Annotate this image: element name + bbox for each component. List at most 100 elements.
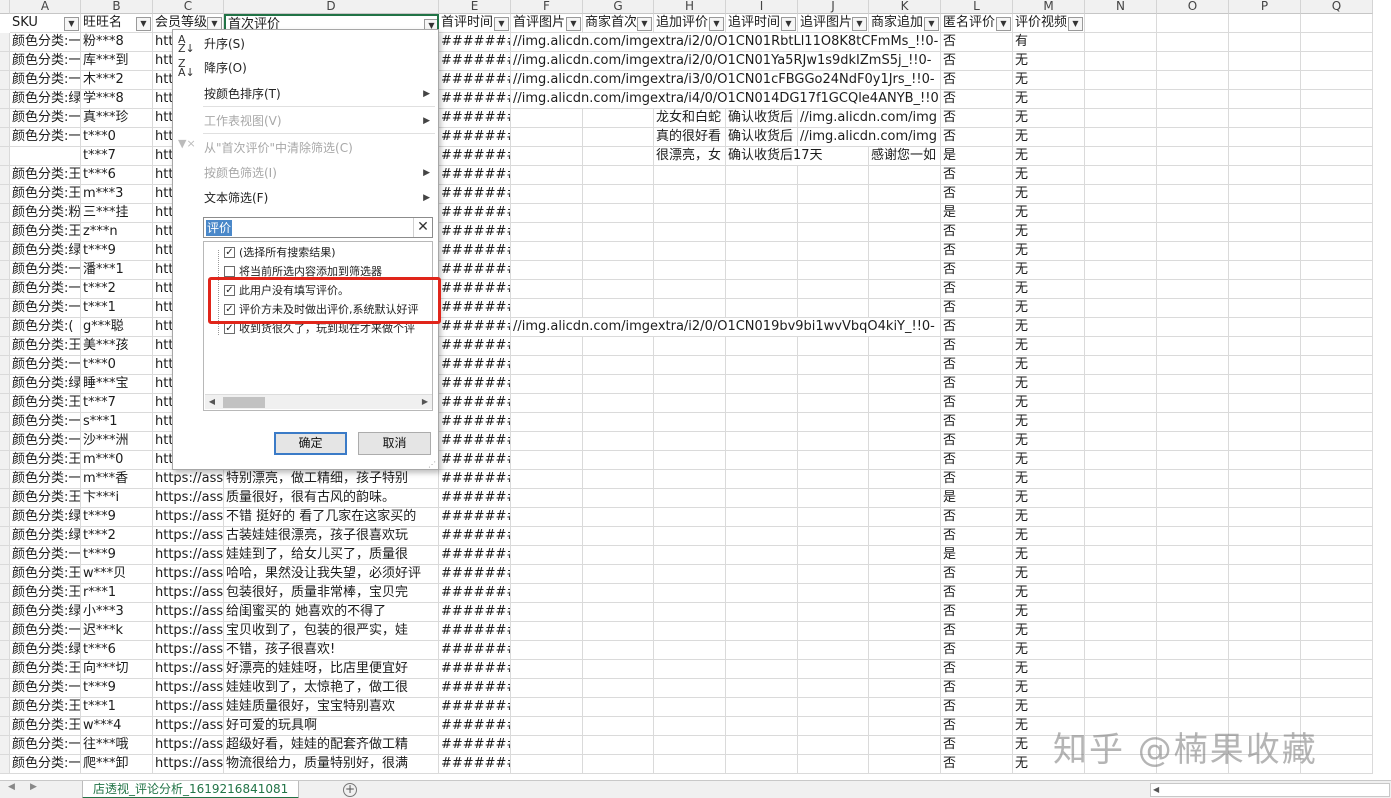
empty-cell[interactable] [726,622,798,641]
empty-cell[interactable] [798,527,869,546]
empty-cell[interactable] [1157,299,1229,318]
table-header-cell[interactable]: 追加评价 ▼ [654,14,726,33]
filter-dropdown-panel[interactable]: A Z↓ 升序(S) Z A↓ 降序(O) 按颜色排序(T) ▶ 工作表视图(V) … [172,29,439,470]
table-cell[interactable]: 卞***i [81,489,153,508]
empty-cell[interactable] [654,280,726,299]
empty-cell[interactable] [726,413,798,432]
empty-cell[interactable] [1157,166,1229,185]
table-cell[interactable]: 否 [941,375,1013,394]
select-all-corner[interactable] [0,0,10,14]
table-cell[interactable]: 无 [1013,109,1085,128]
table-cell[interactable]: ####### [439,356,511,375]
table-cell[interactable]: 无 [1013,584,1085,603]
scroll-left-icon[interactable]: ◀ [1153,784,1159,796]
table-cell[interactable]: s***1 [81,413,153,432]
table-cell[interactable]: 颜色分类:绿 [10,508,81,527]
table-cell[interactable]: 颜色分类:王 [10,166,81,185]
empty-cell[interactable] [1085,128,1157,147]
table-cell[interactable]: 否 [941,622,1013,641]
empty-cell[interactable] [1229,603,1301,622]
empty-cell[interactable] [654,394,726,413]
empty-cell[interactable] [654,603,726,622]
empty-cell[interactable] [1301,641,1373,660]
empty-cell[interactable] [1085,223,1157,242]
empty-cell[interactable] [726,603,798,622]
empty-cell[interactable] [1157,185,1229,204]
empty-cell[interactable] [798,432,869,451]
empty-cell[interactable] [583,641,654,660]
empty-cell[interactable] [1085,432,1157,451]
empty-cell[interactable] [583,755,654,774]
empty-cell[interactable] [1085,584,1157,603]
table-cell[interactable]: 真的很好看 [654,128,726,147]
empty-cell[interactable] [726,451,798,470]
table-cell[interactable]: 颜色分类:粉 [10,204,81,223]
checkbox-checked-icon[interactable]: ✓ [224,247,235,258]
empty-cell[interactable] [1085,356,1157,375]
empty-cell[interactable] [1229,641,1301,660]
empty-cell[interactable] [511,451,583,470]
table-cell[interactable]: 否 [941,242,1013,261]
empty-cell[interactable] [1301,546,1373,565]
empty-cell[interactable] [1301,527,1373,546]
empty-cell[interactable] [798,508,869,527]
empty-cell[interactable] [511,204,583,223]
empty-cell[interactable] [1085,33,1157,52]
table-cell[interactable]: ####### [439,413,511,432]
empty-cell[interactable] [1085,14,1157,33]
empty-cell[interactable] [511,166,583,185]
table-cell[interactable]: r***1 [81,584,153,603]
empty-cell[interactable] [1229,451,1301,470]
empty-cell[interactable] [726,546,798,565]
empty-cell[interactable] [869,280,941,299]
empty-cell[interactable] [1229,584,1301,603]
table-cell[interactable]: 木***2 [81,71,153,90]
table-header-cell[interactable]: 匿名评价 ▼ [941,14,1013,33]
empty-cell[interactable] [654,565,726,584]
empty-cell[interactable] [1301,470,1373,489]
empty-cell[interactable] [1229,394,1301,413]
table-cell[interactable]: https://ass [153,489,224,508]
empty-cell[interactable] [726,242,798,261]
empty-cell[interactable] [1301,660,1373,679]
empty-cell[interactable] [869,508,941,527]
column-header-h[interactable]: H [654,0,726,14]
table-cell[interactable]: t***7 [81,147,153,166]
empty-cell[interactable] [869,299,941,318]
empty-cell[interactable] [511,337,583,356]
table-cell[interactable]: 粉***8 [81,33,153,52]
table-cell[interactable]: 睡***宝 [81,375,153,394]
column-header-c[interactable]: C [153,0,224,14]
table-cell[interactable]: 否 [941,717,1013,736]
empty-cell[interactable] [1157,546,1229,565]
empty-cell[interactable] [654,736,726,755]
table-cell[interactable]: m***香 [81,470,153,489]
empty-cell[interactable] [1157,33,1229,52]
empty-cell[interactable] [1229,14,1301,33]
add-sheet-icon[interactable]: + [343,783,357,797]
empty-cell[interactable] [726,489,798,508]
empty-cell[interactable] [1085,52,1157,71]
table-cell[interactable]: https://ass [153,527,224,546]
table-cell[interactable]: 否 [941,337,1013,356]
empty-cell[interactable] [583,489,654,508]
table-cell[interactable]: 颜色分类:一 [10,413,81,432]
empty-cell[interactable] [1301,33,1373,52]
table-cell[interactable]: 颜色分类:绿 [10,641,81,660]
empty-cell[interactable] [511,185,583,204]
empty-cell[interactable] [583,698,654,717]
filter-dropdown-icon[interactable]: ▼ [136,17,151,31]
row-header[interactable] [0,432,10,451]
column-header-m[interactable]: M [1013,0,1085,14]
empty-cell[interactable] [726,736,798,755]
empty-cell[interactable] [511,508,583,527]
table-cell[interactable]: 否 [941,90,1013,109]
empty-cell[interactable] [869,565,941,584]
empty-cell[interactable] [726,166,798,185]
table-cell[interactable]: https://ass [153,660,224,679]
row-header[interactable] [0,280,10,299]
column-header-i[interactable]: I [726,0,798,14]
table-cell[interactable]: //img.alicdn.com/imgextra/i4/0/O1CN014DG… [511,90,941,109]
table-cell[interactable]: 否 [941,736,1013,755]
empty-cell[interactable] [1301,413,1373,432]
